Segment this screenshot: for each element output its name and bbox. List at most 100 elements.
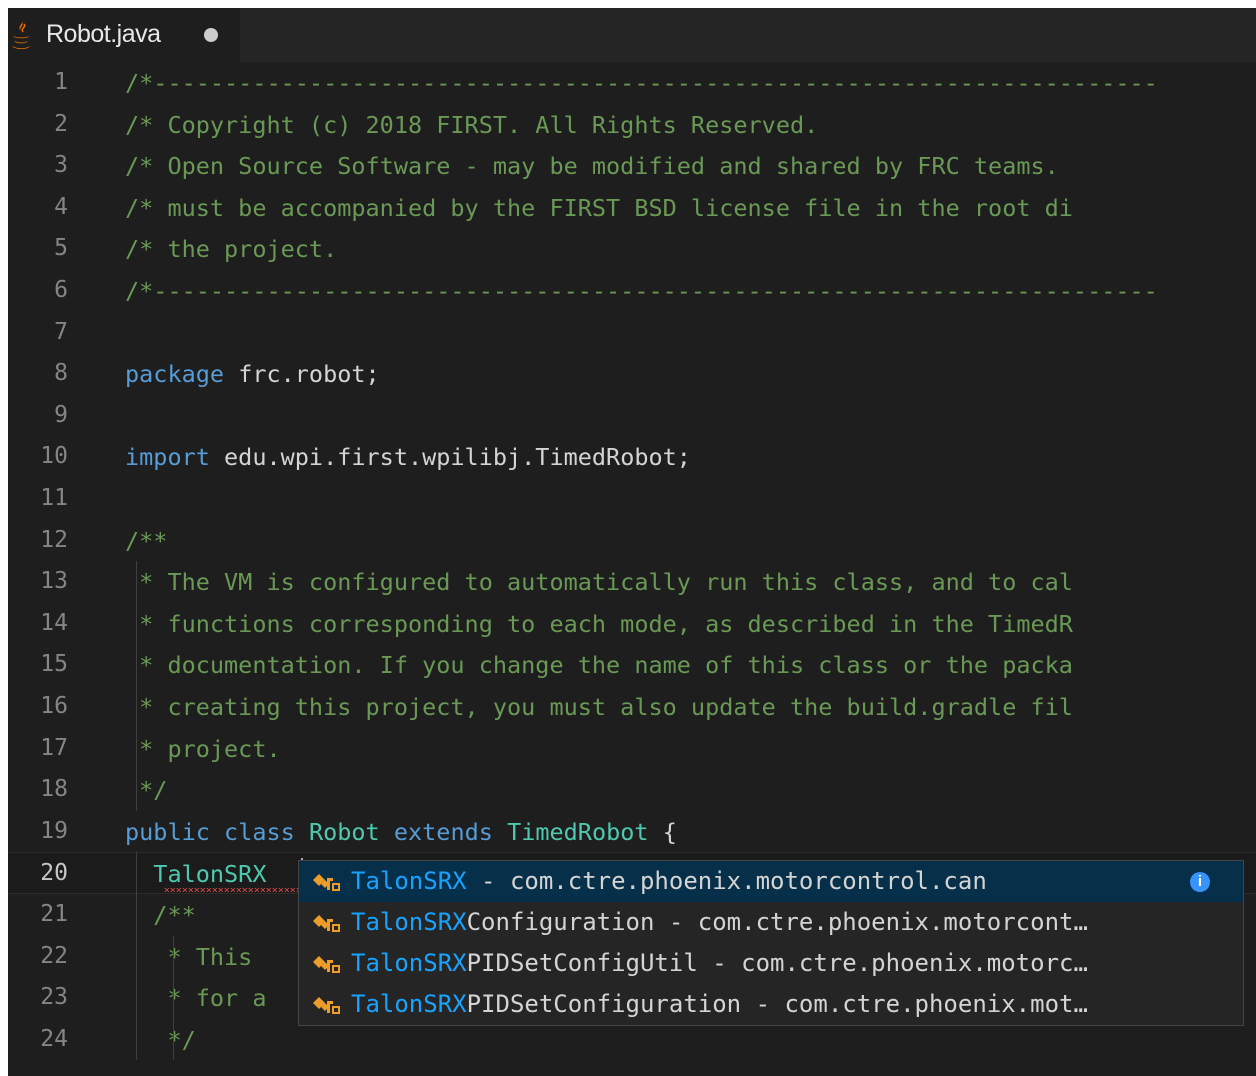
code-token: * The VM is configured to automatically … xyxy=(125,568,1073,597)
code-line[interactable]: 19 public class Robot extends TimedRobot … xyxy=(8,811,1256,853)
code-text: /* Copyright (c) 2018 FIRST. All Rights … xyxy=(125,111,818,139)
code-token: /** xyxy=(125,526,168,555)
code-line[interactable]: 4 /* must be accompanied by the FIRST BSD… xyxy=(8,187,1256,229)
java-file-icon xyxy=(12,20,30,49)
suggestion-match: TalonSRX xyxy=(351,990,467,1018)
tab-robot-java[interactable]: Robot.java xyxy=(8,8,240,62)
suggestion-match: TalonSRX xyxy=(351,867,467,895)
code-line[interactable]: 11 xyxy=(8,478,1256,520)
info-icon[interactable]: i xyxy=(1190,872,1210,892)
code-line[interactable]: 1 /*-------------------------------------… xyxy=(8,62,1256,104)
line-number: 8 xyxy=(54,360,68,387)
code-line[interactable]: 17 * project. xyxy=(8,728,1256,770)
line-number: 18 xyxy=(40,776,68,803)
line-number: 14 xyxy=(40,609,68,636)
line-number: 13 xyxy=(40,568,68,595)
suggestion-label: TalonSRXConfiguration - com.ctre.phoenix… xyxy=(351,908,1088,936)
code-line[interactable]: 9 xyxy=(8,395,1256,437)
line-number: 3 xyxy=(54,152,68,179)
class-icon xyxy=(313,997,340,1014)
tab-title: Robot.java xyxy=(46,20,161,48)
code-token: class xyxy=(224,817,295,846)
line-number: 11 xyxy=(40,485,68,511)
suggestion-detail: PIDSetConfiguration - com.ctre.phoenix.m… xyxy=(466,990,1088,1018)
line-number: 20 xyxy=(40,860,68,887)
suggestion-item[interactable]: TalonSRX - com.ctre.phoenix.motorcontrol… xyxy=(299,861,1243,902)
suggestion-label: TalonSRXPIDSetConfiguration - com.ctre.p… xyxy=(351,990,1088,1018)
line-number: 7 xyxy=(54,318,68,345)
code-text: public class Robot extends TimedRobot { xyxy=(125,818,677,846)
suggestion-item[interactable]: TalonSRXPIDSetConfigUtil - com.ctre.phoe… xyxy=(299,943,1243,984)
code-token: * functions corresponding to each mode, … xyxy=(125,609,1073,638)
code-token: extends xyxy=(393,817,493,846)
code-text: package frc.robot; xyxy=(125,360,380,388)
code-text: * for a xyxy=(125,984,266,1012)
editor-window: Robot.java 1 /*--------------------------… xyxy=(8,8,1256,1076)
class-icon xyxy=(313,874,340,891)
indent-guide xyxy=(173,935,174,1061)
code-line[interactable]: 10 import edu.wpi.first.wpilibj.TimedRobo… xyxy=(8,436,1256,478)
suggestion-detail: Configuration - com.ctre.phoenix.motorco… xyxy=(466,908,1088,936)
line-number: 15 xyxy=(40,651,68,678)
code-line[interactable]: 3 /* Open Source Software - may be modifi… xyxy=(8,145,1256,187)
class-icon xyxy=(313,915,340,932)
tab-bar: Robot.java xyxy=(8,8,1256,62)
code-token: /*--------------------------------------… xyxy=(125,69,1158,97)
code-token: TalonSRX xyxy=(125,860,267,889)
suggestion-item[interactable]: TalonSRXPIDSetConfiguration - com.ctre.p… xyxy=(299,984,1243,1025)
indent-guide xyxy=(136,561,137,811)
code-token: * for a xyxy=(125,984,267,1013)
class-icon xyxy=(313,956,340,973)
code-token: edu.wpi.first.wpilibj.TimedRobot; xyxy=(209,443,691,472)
line-number: 12 xyxy=(40,526,68,553)
code-text: * documentation. If you change the name … xyxy=(125,651,1073,679)
code-text: * creating this project, you must also u… xyxy=(125,693,1073,721)
suggestion-label: TalonSRXPIDSetConfigUtil - com.ctre.phoe… xyxy=(351,949,1088,977)
code-token: /* must be accompanied by the FIRST BSD … xyxy=(125,193,1073,222)
code-line[interactable]: 12 /** xyxy=(8,520,1256,562)
unsaved-dot-icon[interactable] xyxy=(204,28,218,42)
code-text: import edu.wpi.first.wpilibj.TimedRobot; xyxy=(125,443,691,471)
code-token: /*--------------------------------------… xyxy=(125,277,1158,305)
code-token: import xyxy=(125,443,210,472)
code-line[interactable]: 7 xyxy=(8,312,1256,354)
code-line[interactable]: 14 * functions corresponding to each mod… xyxy=(8,603,1256,645)
suggestion-widget: TalonSRX - com.ctre.phoenix.motorcontrol… xyxy=(298,860,1244,1026)
suggestion-item[interactable]: TalonSRXConfiguration - com.ctre.phoenix… xyxy=(299,902,1243,943)
line-number: 24 xyxy=(40,1025,68,1052)
code-token: /* the project. xyxy=(125,235,338,264)
line-number: 5 xyxy=(54,235,68,262)
line-number: 16 xyxy=(40,693,68,719)
code-token: */ xyxy=(125,776,168,805)
code-line[interactable]: 16 * creating this project, you must als… xyxy=(8,686,1256,728)
line-number: 22 xyxy=(40,942,68,969)
code-line[interactable]: 5 /* the project. xyxy=(8,228,1256,270)
code-text: */ xyxy=(125,776,167,804)
code-line[interactable]: 8 package frc.robot; xyxy=(8,353,1256,395)
code-token: * This xyxy=(125,942,267,971)
code-token: Robot xyxy=(308,817,380,846)
code-line[interactable]: 2 /* Copyright (c) 2018 FIRST. All Rights… xyxy=(8,104,1256,146)
suggestion-match: TalonSRX xyxy=(351,908,467,936)
code-line[interactable]: 15 * documentation. If you change the na… xyxy=(8,644,1256,686)
code-line[interactable]: 6 /*-------------------------------------… xyxy=(8,270,1256,312)
line-number: 19 xyxy=(40,817,68,844)
code-token: /* Copyright (c) 2018 FIRST. All Rights … xyxy=(125,110,819,139)
code-text: * functions corresponding to each mode, … xyxy=(125,610,1073,638)
code-text: /* the project. xyxy=(125,235,337,263)
suggestion-detail: PIDSetConfigUtil - com.ctre.phoenix.moto… xyxy=(466,949,1088,977)
code-token: frc.robot; xyxy=(224,360,380,389)
code-line[interactable]: 13 * The VM is configured to automatical… xyxy=(8,561,1256,603)
line-number: 6 xyxy=(54,277,68,303)
code-text: TalonSRX xyxy=(125,860,266,888)
code-token: * project. xyxy=(125,734,281,763)
code-line[interactable]: 18 */ xyxy=(8,769,1256,811)
line-number: 21 xyxy=(40,901,68,927)
code-token: /* Open Source Software - may be modifie… xyxy=(125,152,1073,181)
code-token: TimedRobot xyxy=(507,817,649,846)
code-text: /*--------------------------------------… xyxy=(125,277,1158,305)
